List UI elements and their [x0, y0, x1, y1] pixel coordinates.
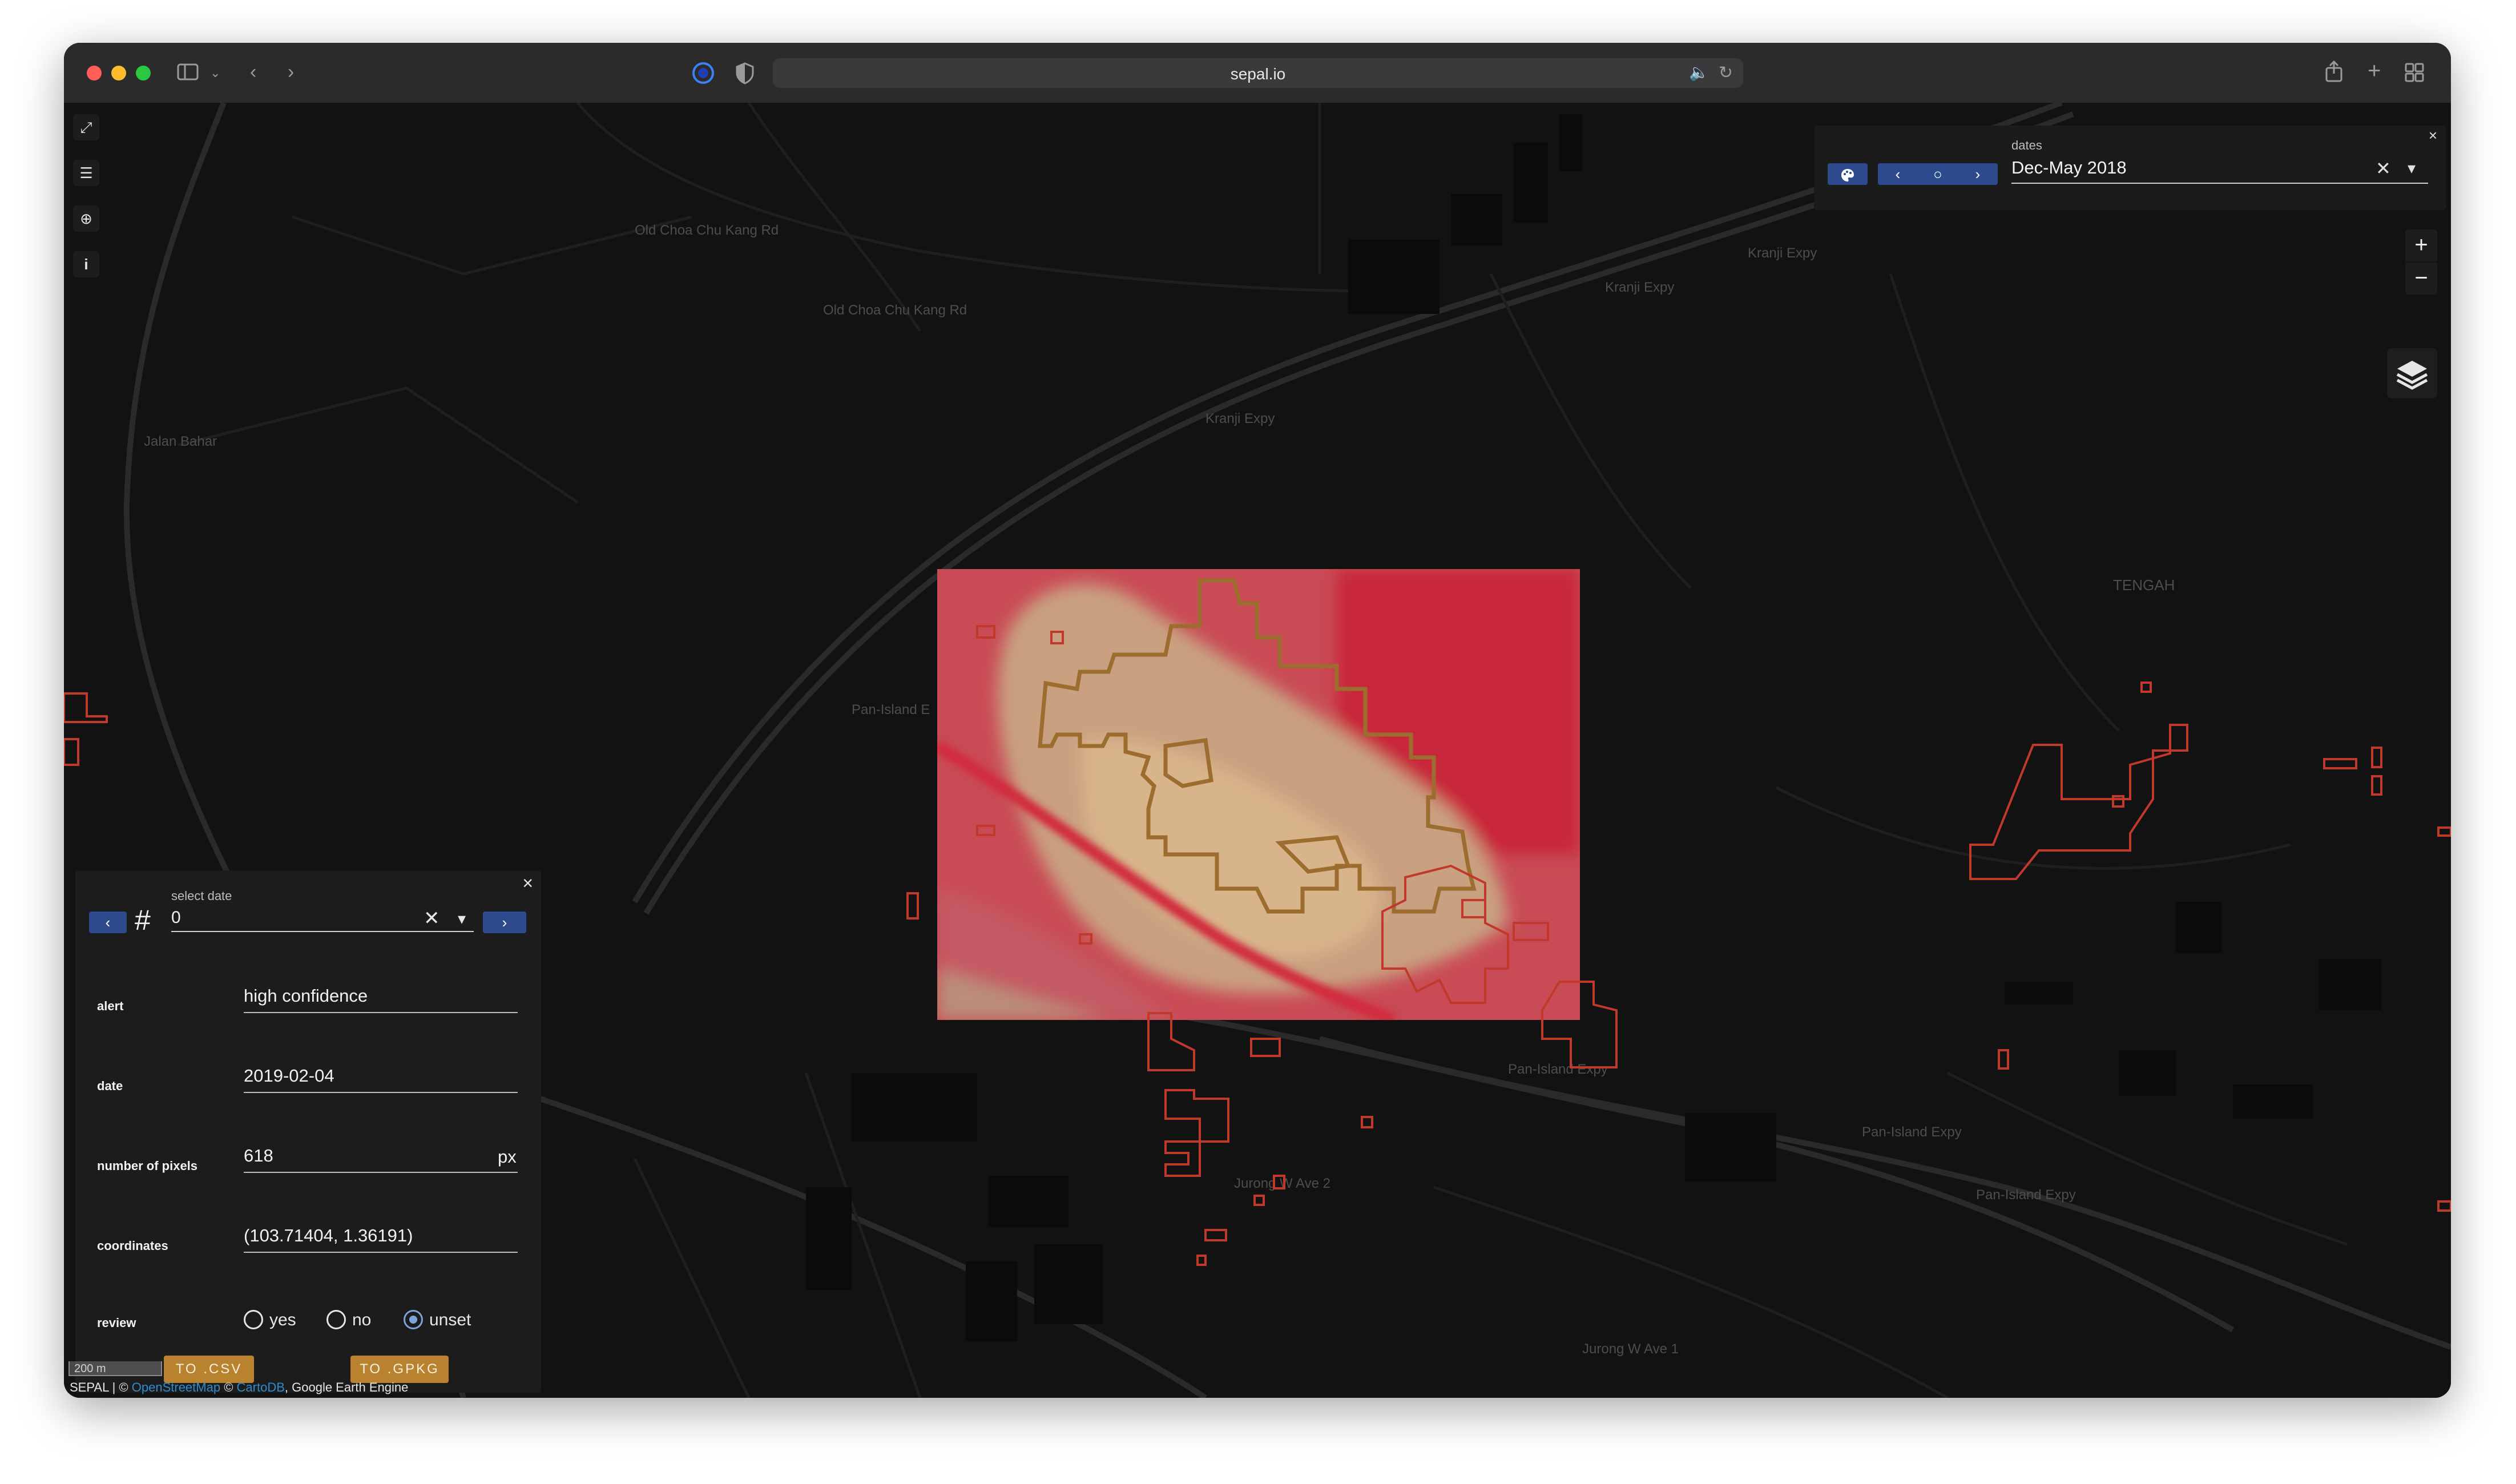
info-icon[interactable]: i — [73, 251, 99, 277]
alert-panel-close-icon[interactable]: × — [522, 873, 533, 894]
road-label: Jurong W Ave 1 — [1582, 1341, 1679, 1357]
select-date-label: select date — [171, 889, 232, 903]
review-unset-label: unset — [429, 1310, 471, 1329]
reload-icon[interactable]: ↻ — [1719, 63, 1733, 83]
scale-bar: 200 m — [68, 1361, 162, 1376]
dates-label: dates — [2011, 138, 2042, 152]
road-label: Jurong W Ave 2 — [1234, 1176, 1330, 1191]
speaker-icon[interactable]: 🔈 — [1689, 63, 1709, 82]
minimize-window-button[interactable] — [111, 66, 126, 80]
extension-icon[interactable] — [692, 62, 715, 88]
review-no-label: no — [352, 1310, 372, 1329]
road-label: Kranji Expy — [1748, 245, 1817, 261]
palette-icon — [1841, 169, 1854, 182]
browser-window: ⌄ ‹ › sepal.io 🔈 ↻ + Old Choa Chu Kang R… — [64, 43, 2451, 1398]
tab-overview-icon[interactable] — [2404, 62, 2425, 86]
sidebar-toggle-icon[interactable] — [177, 62, 200, 85]
road-label: Kranji Expy — [1605, 280, 1675, 295]
zoom-out-button[interactable]: − — [2405, 263, 2437, 295]
alert-label: alert — [97, 999, 124, 1013]
date-value[interactable]: 2019-02-04 — [244, 1066, 334, 1086]
road-label: Old Choa Chu Kang Rd — [823, 303, 967, 318]
select-date-value[interactable]: 0 — [171, 908, 181, 928]
dates-navigation: ‹ ○ › — [1878, 163, 1998, 185]
review-no-radio[interactable] — [326, 1310, 346, 1329]
address-bar[interactable]: sepal.io 🔈 ↻ — [773, 58, 1743, 88]
road-label: Pan-Island Expy — [1862, 1124, 1962, 1140]
dates-panel: dates × ‹ ○ › Dec-May 2018 ✕ ▾ — [1814, 126, 2446, 210]
dates-dropdown-icon[interactable]: ▾ — [2408, 159, 2416, 178]
globe-icon[interactable]: ⊕ — [73, 205, 99, 232]
coordinates-value[interactable]: (103.71404, 1.36191) — [244, 1225, 413, 1246]
pixels-label: number of pixels — [97, 1159, 198, 1173]
dates-panel-close-icon[interactable]: × — [2429, 127, 2437, 144]
select-date-clear-icon[interactable]: ✕ — [424, 907, 440, 930]
dates-select-underline — [2011, 183, 2428, 184]
new-tab-icon[interactable]: + — [2368, 59, 2381, 82]
dates-select-value[interactable]: Dec-May 2018 — [2011, 158, 2127, 178]
alert-prev-button[interactable]: ‹ — [89, 912, 127, 933]
zoom-in-button[interactable]: + — [2405, 229, 2437, 261]
pixels-unit: px — [498, 1147, 517, 1167]
select-date-dropdown-icon[interactable]: ▾ — [458, 909, 466, 928]
alert-panel: × select date ‹ # 0 ✕ ▾ › alert high con… — [75, 870, 541, 1393]
road-label: Jalan Bahar — [144, 434, 217, 449]
dates-next-button[interactable]: › — [1958, 163, 1998, 185]
review-label: review — [97, 1316, 136, 1330]
map-canvas[interactable]: Old Choa Chu Kang Rd Old Choa Chu Kang R… — [64, 103, 2451, 1398]
osm-link[interactable]: OpenStreetMap — [132, 1380, 220, 1394]
road-label: Old Choa Chu Kang Rd — [635, 223, 779, 238]
maximize-window-button[interactable] — [136, 66, 151, 80]
back-icon[interactable]: ‹ — [250, 62, 256, 82]
carto-link[interactable]: CartoDB — [237, 1380, 285, 1394]
place-label: TENGAH — [2113, 576, 2175, 594]
url-text: sepal.io — [1230, 65, 1286, 83]
hash-icon: # — [135, 904, 151, 936]
forward-icon[interactable]: › — [288, 62, 294, 82]
review-unset-radio[interactable] — [404, 1310, 423, 1329]
attribution-suffix: , Google Earth Engine — [284, 1380, 409, 1394]
coordinates-label: coordinates — [97, 1239, 168, 1253]
share-icon[interactable] — [2324, 60, 2344, 86]
palette-button[interactable] — [1828, 163, 1868, 185]
coordinates-underline — [244, 1252, 518, 1253]
dates-prev-button[interactable]: ‹ — [1878, 163, 1918, 185]
expand-icon[interactable]: ⤢ — [73, 114, 99, 140]
alert-underline — [244, 1012, 518, 1013]
dates-center-button[interactable]: ○ — [1918, 163, 1958, 185]
road-label: Pan-Island E — [852, 702, 930, 717]
chevron-down-icon[interactable]: ⌄ — [210, 63, 220, 83]
close-window-button[interactable] — [87, 66, 102, 80]
road-label: Pan-Island Expy — [1508, 1062, 1608, 1077]
road-label: Pan-Island Expy — [1976, 1187, 2076, 1203]
alert-next-button[interactable]: › — [483, 912, 526, 933]
satellite-image-overlay — [937, 569, 1580, 1020]
layers-icon — [2396, 361, 2428, 390]
dates-clear-icon[interactable]: ✕ — [2376, 158, 2391, 179]
road-label: Kranji Expy — [1205, 411, 1275, 426]
attribution-separator: © — [224, 1380, 233, 1394]
alert-value[interactable]: high confidence — [244, 986, 368, 1006]
pixels-value[interactable]: 618 — [244, 1146, 273, 1166]
review-yes-radio[interactable] — [244, 1310, 263, 1329]
date-underline — [244, 1092, 518, 1093]
review-yes-label: yes — [269, 1310, 296, 1329]
radio-selected-dot — [409, 1316, 417, 1324]
map-attribution: SEPAL | © OpenStreetMap © CartoDB, Googl… — [70, 1377, 408, 1398]
pixels-underline — [244, 1172, 518, 1173]
shield-icon[interactable] — [735, 62, 755, 88]
date-label: date — [97, 1079, 123, 1093]
browser-titlebar: ⌄ ‹ › sepal.io 🔈 ↻ + — [64, 43, 2451, 103]
select-date-underline — [171, 931, 474, 932]
attribution-prefix: SEPAL | © — [70, 1380, 128, 1394]
menu-icon[interactable]: ☰ — [73, 160, 99, 186]
layers-button[interactable] — [2387, 348, 2437, 398]
